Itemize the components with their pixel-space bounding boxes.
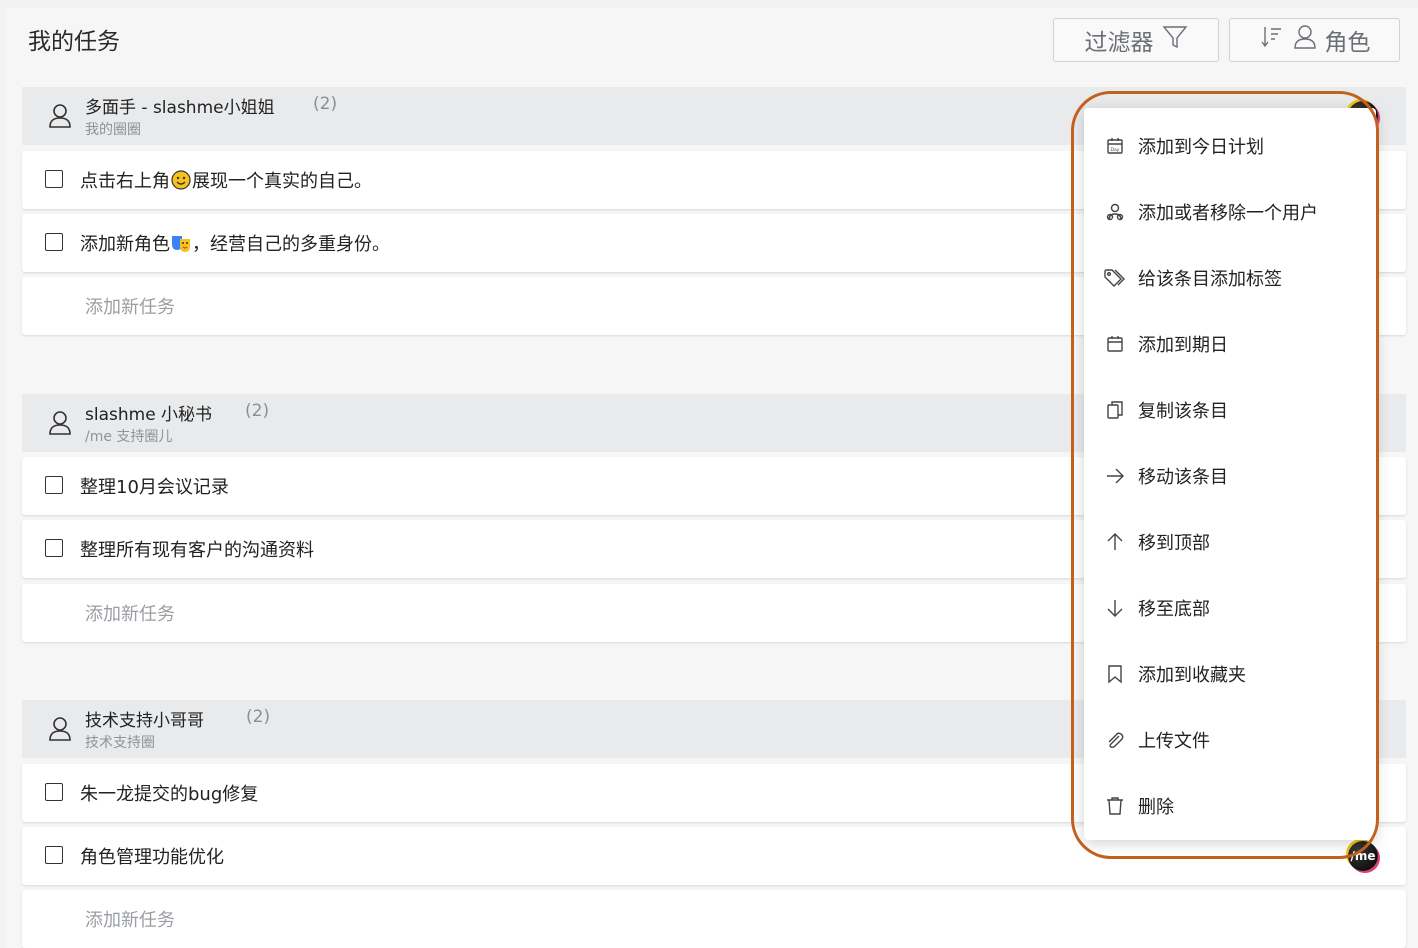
menu-item-label: 给该条目添加标签 [1138,269,1282,290]
menu-item-label: 移动该条目 [1138,467,1228,488]
menu-item-manage-users[interactable]: 添加或者移除一个用户 [1084,179,1376,245]
user-icon [48,103,72,133]
menu-item-label: 复制该条目 [1138,401,1228,422]
menu-item-delete[interactable]: 删除 [1084,773,1376,839]
user-icon [48,410,72,440]
sort-icon [1259,24,1285,56]
add-task-placeholder: 添加新任务 [85,604,175,625]
menu-item-label: 移至底部 [1138,599,1210,620]
copy-icon [1104,399,1126,421]
task-text-part: 点击右上角 [80,171,170,192]
menu-item-label: 添加到期日 [1138,335,1228,356]
menu-item-label: 移到顶部 [1138,533,1210,554]
task-text-part: 展现一个真实的自己。 [192,171,372,192]
menu-item-move-top[interactable]: 移到顶部 [1084,509,1376,575]
menu-item-label: 添加到今日计划 [1138,137,1264,158]
bookmark-icon [1104,663,1126,685]
menu-item-label: 上传文件 [1138,731,1210,752]
menu-item-label: 添加或者移除一个用户 [1138,203,1318,224]
context-menu: Day 添加到今日计划 添加或者移除一个用户 给该条目添加标签 添加到期日 复制… [1084,108,1376,840]
menu-item-upload[interactable]: 上传文件 [1084,707,1376,773]
task-text-part: ，经营自己的多重身份。 [192,234,390,255]
avatar[interactable]: /me [1348,841,1378,871]
menu-item-label: 添加到收藏夹 [1138,665,1246,686]
add-task-placeholder: 添加新任务 [85,297,175,318]
menu-item-add-tag[interactable]: 给该条目添加标签 [1084,245,1376,311]
group-name: 技术支持小哥哥 [85,711,204,731]
task-text: 添加新角色 ，经营自己的多重身份。 [80,230,390,256]
filter-button[interactable]: 过滤器 [1053,18,1219,62]
svg-text:Day: Day [1111,147,1120,153]
group-subtitle: 技术支持圈 [85,735,155,751]
sort-button-label: 角色 [1324,30,1371,56]
task-text: 朱一龙提交的bug修复 [80,784,259,805]
tag-icon [1104,267,1126,289]
add-task-placeholder: 添加新任务 [85,910,175,931]
task-checkbox[interactable] [45,539,63,557]
user-icon [1293,24,1317,56]
masks-emoji-icon [172,236,190,252]
group-count: (2) [313,94,338,114]
arrow-down-icon [1104,597,1126,619]
task-text: 整理10月会议记录 [80,477,229,498]
group-subtitle: /me 支持圈儿 [85,429,173,445]
menu-item-favorite[interactable]: 添加到收藏夹 [1084,641,1376,707]
calendar-icon [1104,333,1126,355]
arrow-up-icon [1104,531,1126,553]
group-count: (2) [246,707,271,727]
task-checkbox[interactable] [45,233,63,251]
task-checkbox[interactable] [45,846,63,864]
add-task-row[interactable]: 添加新任务 [22,890,1406,948]
menu-item-due-date[interactable]: 添加到期日 [1084,311,1376,377]
task-checkbox[interactable] [45,783,63,801]
smiley-emoji-icon [171,170,191,190]
task-text: 角色管理功能优化 [80,847,224,868]
users-icon [1104,201,1126,223]
page-title: 我的任务 [28,29,120,55]
task-text: 整理所有现有客户的沟通资料 [80,540,314,561]
sort-role-button[interactable]: 角色 [1229,18,1400,62]
group-subtitle: 我的圈圈 [85,122,141,138]
menu-item-move-bottom[interactable]: 移至底部 [1084,575,1376,641]
task-text-part: 添加新角色 [80,234,170,255]
filter-button-label: 过滤器 [1084,30,1154,56]
group-count: (2) [245,401,270,421]
menu-item-copy[interactable]: 复制该条目 [1084,377,1376,443]
menu-item-move[interactable]: 移动该条目 [1084,443,1376,509]
group-name: 多面手 - slashme小姐姐 [85,98,275,118]
task-checkbox[interactable] [45,170,63,188]
trash-icon [1104,795,1126,817]
task-checkbox[interactable] [45,476,63,494]
task-text: 点击右上角 展现一个真实的自己。 [80,167,372,193]
menu-item-label: 删除 [1138,797,1174,818]
paperclip-icon [1104,729,1126,751]
user-icon [48,716,72,746]
funnel-icon [1162,24,1188,56]
menu-item-add-to-today[interactable]: Day 添加到今日计划 [1084,113,1376,179]
arrow-right-icon [1104,465,1126,487]
group-name: slashme 小秘书 [85,405,213,425]
day-calendar-icon: Day [1104,135,1126,157]
